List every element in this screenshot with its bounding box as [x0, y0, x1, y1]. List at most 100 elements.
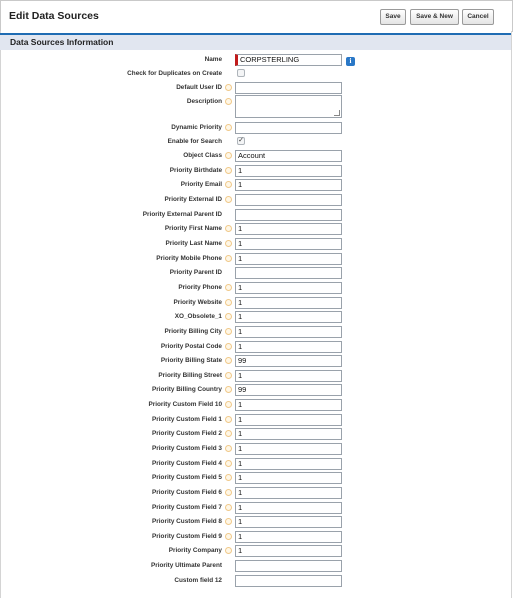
help-icon[interactable]	[225, 401, 232, 408]
priority-billing-city-input[interactable]: 1	[235, 326, 342, 338]
help-icon[interactable]	[225, 98, 232, 105]
help-icon[interactable]	[225, 357, 232, 364]
priority-external-parent-id-input[interactable]	[235, 209, 342, 221]
save-button[interactable]: Save	[380, 9, 406, 25]
help-icon[interactable]	[225, 284, 232, 291]
field-label-priority-custom-field-9: Priority Custom Field 9	[152, 533, 222, 540]
field-label-priority-parent-id: Priority Parent ID	[169, 269, 222, 276]
custom-field-12-input[interactable]	[235, 575, 342, 587]
field-row-priority-email: Priority Email 1	[0, 179, 511, 193]
field-label-priority-phone: Priority Phone	[178, 284, 222, 291]
help-icon[interactable]	[225, 124, 232, 131]
field-label-enable-for-search: Enable for Search	[167, 138, 222, 145]
priority-custom-field-1-input[interactable]: 1	[235, 414, 342, 426]
priority-external-id-input[interactable]	[235, 194, 342, 206]
priority-postal-code-input[interactable]: 1	[235, 341, 342, 353]
priority-mobile-phone-input[interactable]: 1	[235, 253, 342, 265]
save-and-new-button[interactable]: Save & New	[410, 9, 459, 25]
check-for-duplicates-on-create-checkbox[interactable]	[237, 69, 245, 77]
field-label-priority-birthdate: Priority Birthdate	[169, 167, 222, 174]
description-textarea[interactable]	[235, 95, 342, 118]
help-icon[interactable]	[225, 474, 232, 481]
field-row-priority-custom-field-6: Priority Custom Field 6 1	[0, 487, 511, 501]
field-row-priority-company: Priority Company 1	[0, 545, 511, 559]
help-icon[interactable]	[225, 445, 232, 452]
field-row-priority-custom-field-3: Priority Custom Field 3 1	[0, 443, 511, 457]
priority-custom-field-7-input[interactable]: 1	[235, 502, 342, 514]
help-icon[interactable]	[225, 299, 232, 306]
priority-custom-field-6-input[interactable]: 1	[235, 487, 342, 499]
help-icon[interactable]	[225, 460, 232, 467]
help-icon[interactable]	[225, 84, 232, 91]
help-icon[interactable]	[225, 181, 232, 188]
field-row-priority-external-id: Priority External ID	[0, 194, 511, 208]
checkmark-icon: ✓	[238, 137, 244, 144]
priority-company-input[interactable]: 1	[235, 545, 342, 557]
field-label-priority-billing-state: Priority Billing State	[160, 357, 222, 364]
field-label-priority-website: Priority Website	[173, 299, 222, 306]
help-icon[interactable]	[225, 328, 232, 335]
name-input[interactable]: CORPSTERLING	[235, 54, 342, 66]
priority-custom-field-4-input[interactable]: 1	[235, 458, 342, 470]
help-icon[interactable]	[225, 430, 232, 437]
field-label-priority-custom-field-2: Priority Custom Field 2	[152, 430, 222, 437]
priority-custom-field-5-input[interactable]: 1	[235, 472, 342, 484]
xo-obsolete-1-input[interactable]: 1	[235, 311, 342, 323]
enable-for-search-checkbox[interactable]: ✓	[237, 137, 245, 145]
help-icon[interactable]	[225, 547, 232, 554]
help-icon[interactable]	[225, 225, 232, 232]
object-class-input[interactable]: Account	[235, 150, 342, 162]
help-icon[interactable]	[225, 533, 232, 540]
help-icon[interactable]	[225, 313, 232, 320]
field-row-object-class: Object Class Account	[0, 150, 511, 164]
priority-ultimate-parent-input[interactable]	[235, 560, 342, 572]
priority-first-name-input[interactable]: 1	[235, 223, 342, 235]
help-icon[interactable]	[225, 372, 232, 379]
field-row-priority-billing-street: Priority Billing Street 1	[0, 370, 511, 384]
section-title: Data Sources Information	[10, 37, 114, 47]
help-icon[interactable]	[225, 240, 232, 247]
field-label-priority-custom-field-7: Priority Custom Field 7	[152, 504, 222, 511]
field-row-priority-billing-city: Priority Billing City 1	[0, 326, 511, 340]
help-icon[interactable]	[225, 489, 232, 496]
priority-parent-id-input[interactable]	[235, 267, 342, 279]
help-icon[interactable]	[225, 255, 232, 262]
field-label-priority-ultimate-parent: Priority Ultimate Parent	[150, 562, 222, 569]
field-row-priority-ultimate-parent: Priority Ultimate Parent	[0, 560, 511, 574]
priority-custom-field-9-input[interactable]: 1	[235, 531, 342, 543]
priority-custom-field-8-input[interactable]: 1	[235, 516, 342, 528]
priority-custom-field-2-input[interactable]: 1	[235, 428, 342, 440]
field-row-priority-custom-field-8: Priority Custom Field 8 1	[0, 516, 511, 530]
field-row-priority-billing-state: Priority Billing State 99	[0, 355, 511, 369]
priority-phone-input[interactable]: 1	[235, 282, 342, 294]
help-icon[interactable]	[225, 167, 232, 174]
field-label-priority-first-name: Priority First Name	[164, 225, 222, 232]
priority-birthdate-input[interactable]: 1	[235, 165, 342, 177]
priority-billing-country-input[interactable]: 99	[235, 384, 342, 396]
help-icon[interactable]	[225, 416, 232, 423]
help-icon[interactable]	[225, 152, 232, 159]
field-label-dynamic-priority: Dynamic Priority	[171, 124, 222, 131]
field-row-priority-website: Priority Website 1	[0, 297, 511, 311]
help-icon[interactable]	[225, 386, 232, 393]
priority-custom-field-3-input[interactable]: 1	[235, 443, 342, 455]
section-header: Data Sources Information	[0, 33, 511, 50]
priority-email-input[interactable]: 1	[235, 179, 342, 191]
priority-custom-field-10-input[interactable]: 1	[235, 399, 342, 411]
priority-billing-street-input[interactable]: 1	[235, 370, 342, 382]
help-icon[interactable]	[225, 518, 232, 525]
priority-last-name-input[interactable]: 1	[235, 238, 342, 250]
edit-data-sources-page: Edit Data Sources Save Save & New Cancel…	[0, 0, 513, 598]
priority-website-input[interactable]: 1	[235, 297, 342, 309]
help-icon[interactable]	[225, 196, 232, 203]
help-icon[interactable]	[225, 504, 232, 511]
default-user-id-input[interactable]	[235, 82, 342, 94]
dynamic-priority-input[interactable]	[235, 122, 342, 134]
help-icon[interactable]	[225, 343, 232, 350]
page-title: Edit Data Sources	[9, 10, 99, 22]
cancel-button[interactable]: Cancel	[462, 9, 494, 25]
info-icon[interactable]: i	[346, 57, 355, 66]
field-row-priority-first-name: Priority First Name 1	[0, 223, 511, 237]
field-label-xo-obsolete-1: XO_Obsolete_1	[174, 313, 222, 320]
priority-billing-state-input[interactable]: 99	[235, 355, 342, 367]
